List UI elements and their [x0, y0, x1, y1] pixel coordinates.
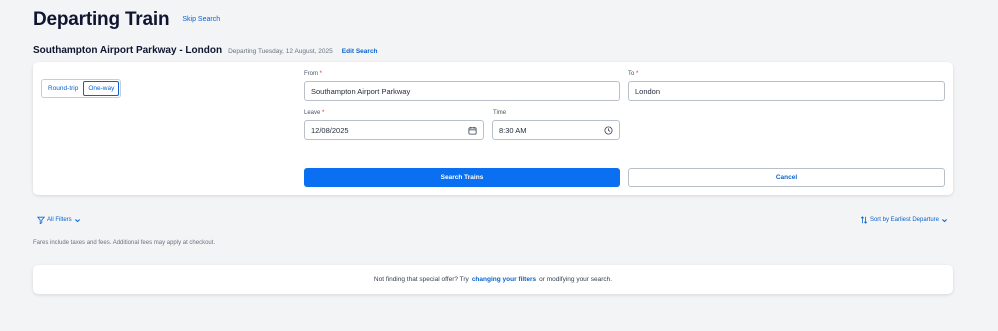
leave-label: Leave * — [304, 110, 324, 116]
sort-label: Sort by Earliest Departure — [869, 217, 939, 223]
leave-label-text: Leave — [304, 110, 321, 116]
no-results-notice: Not finding that special offer? Try chan… — [33, 265, 953, 294]
notice-text-end: or modifying your search. — [539, 276, 613, 283]
all-filters-button[interactable]: All Filters — [37, 216, 81, 224]
from-value: Southampton Airport Parkway — [311, 86, 411, 96]
time-field[interactable]: 8:30 AM — [492, 120, 620, 140]
to-label-text: To — [628, 71, 635, 77]
page-header: Departing Train Skip Search — [33, 9, 220, 31]
departure-date: Departing Tuesday, 12 August, 2025 — [228, 48, 333, 55]
change-filters-link[interactable]: changing your filters — [472, 276, 536, 283]
page-title: Departing Train — [33, 9, 170, 30]
to-label: To * — [628, 71, 638, 77]
required-mark: * — [319, 71, 323, 77]
skip-search-link[interactable]: Skip Search — [182, 16, 220, 23]
from-label-text: From — [304, 71, 318, 77]
search-trains-button[interactable]: Search Trains — [304, 168, 620, 187]
leave-date-value: 12/08/2025 — [311, 125, 349, 135]
from-label: From * — [304, 71, 322, 77]
to-value: London — [635, 86, 661, 96]
required-mark: * — [636, 71, 639, 77]
chevron-down-icon — [942, 218, 947, 222]
filter-icon — [37, 216, 45, 224]
fares-note: Fares include taxes and fees. Additional… — [33, 240, 216, 246]
edit-search-link[interactable]: Edit Search — [342, 48, 378, 55]
leave-date-field[interactable]: 12/08/2025 — [304, 120, 484, 140]
time-label-text: Time — [493, 110, 507, 116]
calendar-icon[interactable] — [468, 126, 477, 135]
time-label: Time — [493, 110, 506, 116]
to-field[interactable]: London — [628, 81, 945, 101]
required-mark: * — [322, 110, 325, 116]
clock-icon[interactable] — [604, 125, 613, 135]
route-summary: Southampton Airport Parkway - London Dep… — [33, 45, 378, 56]
time-value: 8:30 AM — [499, 125, 527, 135]
round-trip-option[interactable]: Round-trip — [43, 81, 83, 96]
notice-text: Not finding that special offer? Try — [373, 276, 469, 283]
all-filters-label: All Filters — [47, 217, 72, 223]
search-form-card: Round-trip One-way From * Southampton Ai… — [33, 62, 953, 195]
sort-button[interactable]: Sort by Earliest Departure — [860, 216, 948, 224]
sort-icon — [860, 216, 868, 224]
cancel-button[interactable]: Cancel — [628, 168, 945, 187]
trip-type-toggle: Round-trip One-way — [41, 79, 122, 98]
from-field[interactable]: Southampton Airport Parkway — [304, 81, 620, 101]
one-way-option[interactable]: One-way — [83, 81, 120, 96]
chevron-down-icon — [74, 218, 80, 222]
route-name: Southampton Airport Parkway - London — [33, 45, 223, 56]
